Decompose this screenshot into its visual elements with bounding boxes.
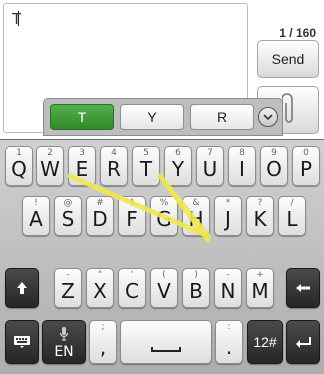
key-label: E <box>75 157 89 181</box>
message-text: T <box>12 10 22 28</box>
key-x[interactable]: " X <box>86 268 114 308</box>
keyboard-settings-key[interactable] <box>5 320 39 364</box>
key-label: J <box>225 207 231 231</box>
key-label: G <box>156 207 172 231</box>
key-label: R <box>107 157 121 181</box>
symbols-key[interactable]: 12# <box>247 320 283 364</box>
key-label: C <box>125 279 139 303</box>
more-suggestions-button[interactable] <box>258 107 278 127</box>
suggestion-item[interactable]: R <box>190 104 254 130</box>
send-button[interactable]: Send <box>257 40 319 78</box>
key-label: S <box>61 207 75 231</box>
suggestion-item[interactable]: T <box>50 104 114 130</box>
key-label: O <box>266 157 282 181</box>
key-m[interactable]: + M <box>246 268 274 308</box>
key-t[interactable]: 5T <box>132 146 160 186</box>
key-label: B <box>189 279 203 303</box>
key-label: Z <box>61 279 75 303</box>
key-w[interactable]: 2W <box>36 146 64 186</box>
key-d[interactable]: # D <box>86 196 114 236</box>
voice-input-key[interactable]: EN <box>42 320 86 364</box>
key-label: F <box>126 207 138 231</box>
key-l[interactable]: / L <box>278 196 306 236</box>
text-cursor <box>18 11 19 26</box>
space-bar-icon <box>151 347 181 352</box>
key-label: X <box>93 279 107 303</box>
key-sup: : <box>227 322 231 332</box>
key-label: L <box>286 207 298 231</box>
suggestion-item[interactable]: Y <box>120 104 184 130</box>
key-e[interactable]: 3E <box>68 146 96 186</box>
key-z[interactable]: -Z <box>54 268 82 308</box>
key-label: N <box>220 279 236 303</box>
suggestion-bar: T Y R <box>43 98 283 136</box>
key-c[interactable]: ' C <box>118 268 146 308</box>
key-n[interactable]: -N <box>214 268 242 308</box>
key-a[interactable]: ! A <box>22 196 50 236</box>
key-label: V <box>157 279 171 303</box>
key-s[interactable]: @ S <box>54 196 82 236</box>
char-counter: 1 / 160 <box>279 26 316 40</box>
chevron-down-icon <box>263 114 273 121</box>
key-f[interactable]: $ F <box>118 196 146 236</box>
key-g[interactable]: % G <box>150 196 178 236</box>
key-k[interactable]: ? K <box>246 196 274 236</box>
keyboard-icon <box>14 336 30 348</box>
key-i[interactable]: 8I <box>228 146 256 186</box>
key-u[interactable]: 7U <box>196 146 224 186</box>
key-b[interactable]: ) B <box>182 268 210 308</box>
space-key[interactable] <box>120 320 212 364</box>
key-q[interactable]: 1Q <box>5 146 33 186</box>
key-label: Y <box>171 157 185 181</box>
key-label: , <box>99 335 107 359</box>
key-label: Q <box>11 157 27 181</box>
key-v[interactable]: (V <box>150 268 178 308</box>
enter-icon <box>296 337 311 348</box>
key-label: I <box>239 157 245 181</box>
key-label: . <box>225 335 233 359</box>
key-j[interactable]: * J <box>214 196 242 236</box>
key-label: K <box>253 207 267 231</box>
language-label: EN <box>54 344 74 360</box>
key-y[interactable]: 6Y <box>164 146 192 186</box>
key-label: U <box>202 157 218 181</box>
key-label: D <box>92 207 108 231</box>
key-label: T <box>139 157 153 181</box>
key-label: P <box>299 157 313 181</box>
enter-key[interactable] <box>286 320 320 364</box>
microphone-icon <box>59 327 69 341</box>
key-p[interactable]: 0P <box>292 146 320 186</box>
key-label: M <box>251 279 269 303</box>
key-label: W <box>40 157 60 181</box>
shift-arrow-icon <box>17 282 27 294</box>
key-h[interactable]: & H <box>182 196 210 236</box>
keyboard: 1Q 2W 3E 4R 5T 6Y 7U 8I 9O 0P ! A @ S # D $… <box>0 140 324 374</box>
key-label: A <box>29 207 43 231</box>
backspace-icon <box>296 284 310 292</box>
period-key[interactable]: :. <box>215 320 243 364</box>
key-r[interactable]: 4R <box>100 146 128 186</box>
comma-key[interactable]: ;, <box>89 320 117 364</box>
key-sup: ; <box>101 322 105 332</box>
paperclip-icon <box>282 93 293 123</box>
shift-key[interactable] <box>5 268 39 308</box>
symbols-label: 12# <box>253 334 277 350</box>
backspace-key[interactable] <box>286 268 320 308</box>
key-o[interactable]: 9O <box>260 146 288 186</box>
key-label: H <box>188 207 204 231</box>
